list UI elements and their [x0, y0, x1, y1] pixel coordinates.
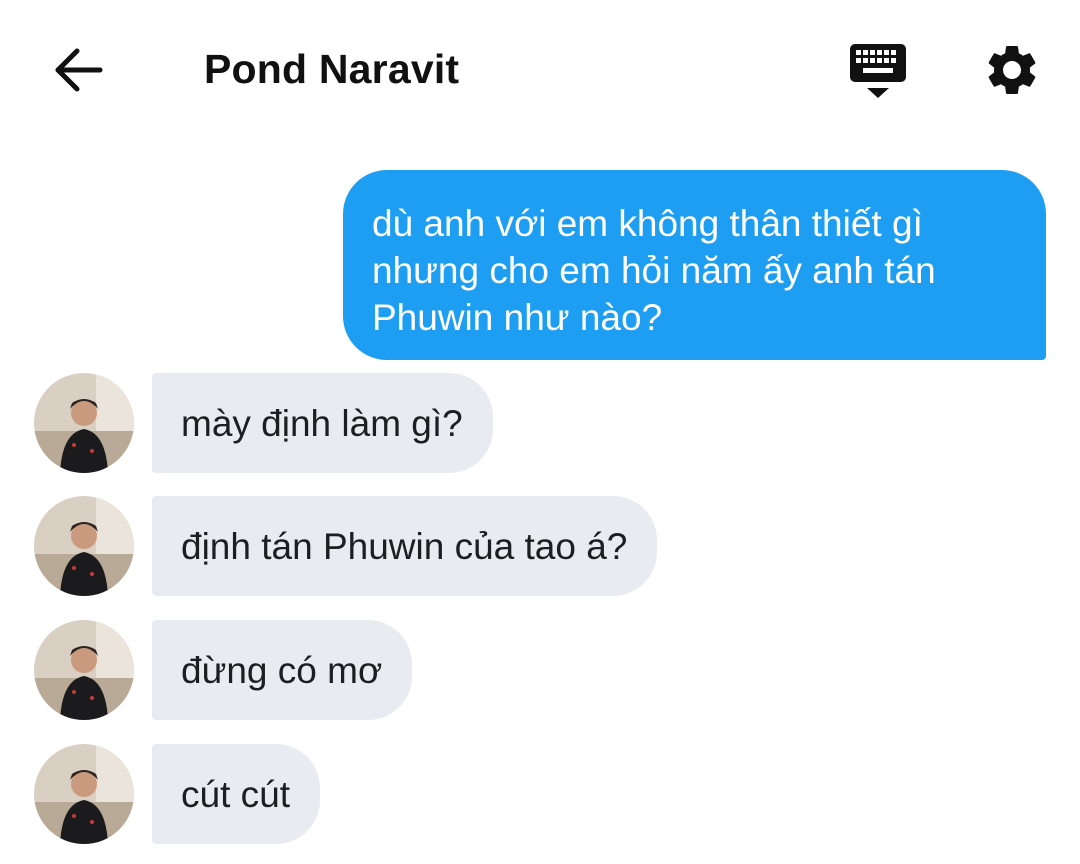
- contact-name: Pond Naravit: [204, 46, 460, 92]
- gear-icon: [988, 45, 1036, 94]
- avatar[interactable]: [34, 496, 134, 596]
- message-bubble-incoming[interactable]: định tán Phuwin của tao á?: [152, 496, 658, 596]
- back-button[interactable]: [50, 44, 106, 96]
- message-bubble-incoming[interactable]: mày định làm gì?: [152, 373, 493, 473]
- avatar[interactable]: [34, 744, 134, 844]
- keyboard-hide-icon: [850, 44, 906, 98]
- avatar[interactable]: [34, 620, 134, 720]
- avatar[interactable]: [34, 373, 134, 473]
- message-bubble-incoming[interactable]: đừng có mơ: [152, 620, 413, 720]
- chat-screen: Pond Naravit dù anh với em không thân th…: [0, 0, 1080, 864]
- arrow-left-icon: [55, 48, 103, 92]
- message-bubble-outgoing[interactable]: dù anh với em không thân thiết gì nhưng …: [343, 170, 1046, 360]
- chat-header: Pond Naravit: [0, 0, 1080, 140]
- settings-button[interactable]: [982, 40, 1042, 100]
- message-bubble-incoming[interactable]: cút cút: [152, 744, 320, 844]
- keyboard-toggle-button[interactable]: [846, 40, 910, 104]
